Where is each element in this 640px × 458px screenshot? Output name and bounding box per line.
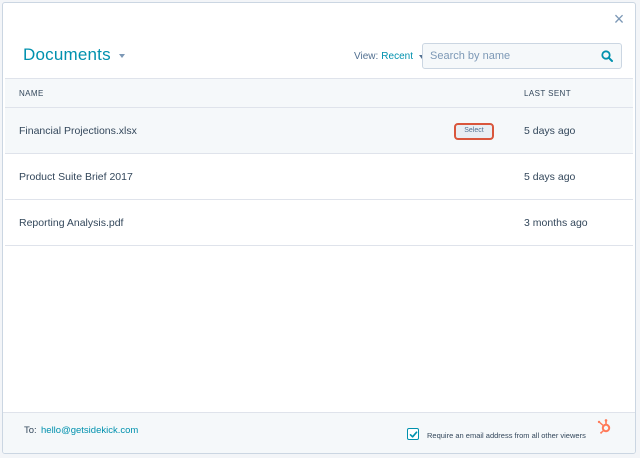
search-input[interactable] xyxy=(430,48,590,64)
column-header-name: NAME xyxy=(19,89,44,98)
modal-header: Documents View: Recent xyxy=(3,41,635,79)
last-sent: 5 days ago xyxy=(524,171,576,183)
document-name: Financial Projections.xlsx xyxy=(19,125,137,137)
checkmark-icon xyxy=(409,430,417,438)
last-sent: 5 days ago xyxy=(524,125,576,137)
require-email-label: Require an email address from all other … xyxy=(427,431,586,440)
view-value: Recent xyxy=(381,51,413,62)
select-button[interactable]: Select xyxy=(454,123,494,140)
documents-dropdown[interactable]: Documents xyxy=(23,45,125,65)
recipient-email[interactable]: hello@getsidekick.com xyxy=(41,425,138,436)
last-sent: 3 months ago xyxy=(524,217,588,229)
table-row[interactable]: Product Suite Brief 2017 5 days ago xyxy=(5,154,633,200)
view-dropdown[interactable]: View: Recent xyxy=(354,51,425,62)
select-button-label: Select xyxy=(464,127,484,134)
document-name: Reporting Analysis.pdf xyxy=(19,217,124,229)
hubspot-sprocket-icon xyxy=(597,419,611,434)
page-title: Documents xyxy=(23,45,111,64)
to-label: To: xyxy=(24,425,37,436)
require-email-checkbox[interactable] xyxy=(407,428,419,440)
column-header-last-sent: LAST SENT xyxy=(524,89,572,98)
search-box xyxy=(422,43,622,69)
view-label: View: xyxy=(354,51,379,62)
document-name: Product Suite Brief 2017 xyxy=(19,171,133,183)
documents-modal: × Documents View: Recent NAME LAST SENT … xyxy=(2,2,636,454)
table-row[interactable]: Financial Projections.xlsx Select 5 days… xyxy=(5,108,633,154)
close-icon[interactable]: × xyxy=(611,10,627,28)
search-icon[interactable] xyxy=(601,50,613,62)
modal-footer: To: hello@getsidekick.com Require an ema… xyxy=(3,412,635,453)
table-row[interactable]: Reporting Analysis.pdf 3 months ago xyxy=(5,200,633,246)
chevron-down-icon xyxy=(118,54,125,58)
table-header: NAME LAST SENT xyxy=(5,78,633,108)
